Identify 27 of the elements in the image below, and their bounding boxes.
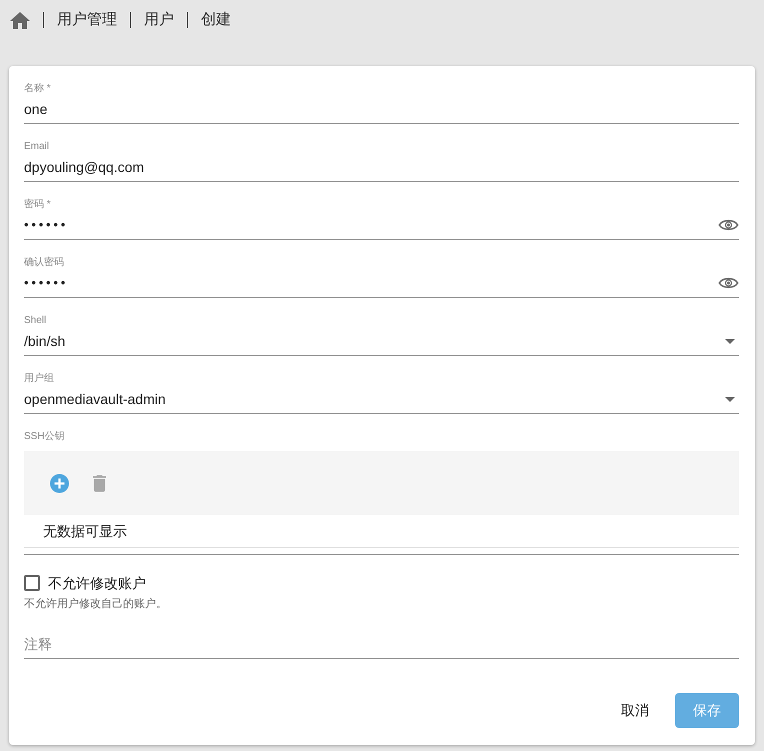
password-field[interactable]: 确认密码 •••••• bbox=[24, 240, 739, 298]
eye-icon[interactable] bbox=[718, 218, 739, 232]
dropdown-field[interactable]: Shell /bin/sh bbox=[24, 298, 739, 356]
breadcrumb-link[interactable]: 用户管理 bbox=[57, 10, 117, 30]
empty-message: 无数据可显示 bbox=[24, 515, 739, 548]
field-label: 用户组 bbox=[24, 373, 55, 385]
eye-icon[interactable] bbox=[718, 276, 739, 290]
checkbox-label[interactable]: 不允许修改账户 bbox=[48, 574, 146, 592]
field-label: 密码 * bbox=[24, 199, 52, 211]
field-label: 确认密码 bbox=[24, 257, 65, 269]
add-icon[interactable] bbox=[50, 474, 69, 492]
field-label: SSH公钥 bbox=[24, 431, 66, 443]
checkbox[interactable] bbox=[24, 575, 40, 591]
hint-text: 不允许用户修改自己的账户。 bbox=[24, 597, 167, 611]
field-label: Shell bbox=[24, 315, 48, 327]
cancel-button[interactable]: 取消 bbox=[603, 693, 667, 728]
breadcrumb-link[interactable]: 创建 bbox=[201, 10, 231, 30]
text-field[interactable]: 名称 * one bbox=[24, 66, 739, 124]
password-field[interactable]: 密码 * •••••• bbox=[24, 182, 739, 240]
caret-icon bbox=[725, 396, 735, 402]
breadcrumb-link[interactable]: 用户 bbox=[144, 10, 174, 30]
dropdown-field[interactable]: 用户组 openmediavault-admin bbox=[24, 356, 739, 414]
field-label: Email bbox=[24, 141, 50, 153]
field-label: 名称 * bbox=[24, 83, 52, 95]
home-icon[interactable] bbox=[10, 12, 30, 28]
text-field[interactable]: Email dpyouling@qq.com bbox=[24, 124, 739, 182]
caret-icon bbox=[725, 338, 735, 344]
